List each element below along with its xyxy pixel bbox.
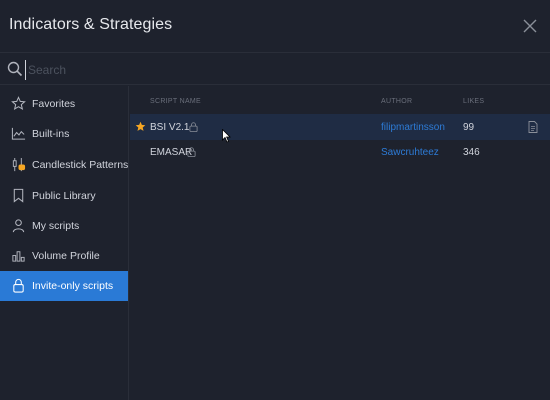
likes-count: 99 xyxy=(463,122,475,133)
likes-count: 346 xyxy=(463,147,480,158)
sidebar-item-label: Volume Profile xyxy=(32,250,100,262)
table-row[interactable]: EMASAR Sawcruhteez 346 xyxy=(130,139,550,165)
column-header-author[interactable]: AUTHOR xyxy=(381,98,412,105)
column-header-likes[interactable]: LIKES xyxy=(463,98,484,105)
sidebar: Favorites Built-ins Candlestick Patterns… xyxy=(0,86,129,400)
sidebar-item-label: Public Library xyxy=(32,190,96,202)
bookmark-icon xyxy=(13,188,24,203)
dialog-title: Indicators & Strategies xyxy=(9,16,173,33)
lock-icon xyxy=(13,278,24,293)
volume-profile-icon xyxy=(12,251,25,262)
table-row[interactable]: BSI V2.1 filipmartinsson 99 xyxy=(130,114,550,140)
candlestick-icon xyxy=(12,157,26,172)
lock-icon xyxy=(187,147,196,157)
source-code-icon[interactable] xyxy=(528,121,538,133)
search-bar xyxy=(0,54,550,85)
sidebar-item-built-ins[interactable]: Built-ins xyxy=(0,119,128,149)
script-name: BSI V2.1 xyxy=(150,122,190,133)
sidebar-item-label: My scripts xyxy=(32,220,80,232)
scripts-table: SCRIPT NAME AUTHOR LIKES BSI V2.1 filipm… xyxy=(130,86,550,400)
script-name: EMASAR xyxy=(150,147,193,158)
search-icon xyxy=(7,61,23,77)
chart-icon xyxy=(11,127,26,140)
author-link[interactable]: filipmartinsson xyxy=(381,122,445,133)
star-icon xyxy=(11,96,26,110)
sidebar-item-my-scripts[interactable]: My scripts xyxy=(0,211,128,241)
sidebar-item-candlestick-patterns[interactable]: Candlestick Patterns xyxy=(0,150,128,180)
column-header-script-name[interactable]: SCRIPT NAME xyxy=(150,98,201,105)
sidebar-item-volume-profile[interactable]: Volume Profile xyxy=(0,241,128,271)
search-input[interactable] xyxy=(25,60,525,80)
user-icon xyxy=(12,219,25,233)
sidebar-item-public-library[interactable]: Public Library xyxy=(0,181,128,211)
lock-icon xyxy=(189,122,198,132)
sidebar-item-label: Invite-only scripts xyxy=(32,280,114,292)
indicators-dialog: Indicators & Strategies Favorites Built-… xyxy=(0,0,550,400)
close-icon[interactable] xyxy=(521,17,539,35)
author-link[interactable]: Sawcruhteez xyxy=(381,147,439,158)
sidebar-item-label: Candlestick Patterns xyxy=(32,159,129,171)
sidebar-item-label: Favorites xyxy=(32,98,76,110)
sidebar-item-favorites[interactable]: Favorites xyxy=(0,89,128,119)
sidebar-item-invite-only-scripts[interactable]: Invite-only scripts xyxy=(0,271,128,301)
favorite-star-icon[interactable] xyxy=(135,121,146,132)
dialog-header: Indicators & Strategies xyxy=(0,0,550,53)
sidebar-item-label: Built-ins xyxy=(32,128,70,140)
